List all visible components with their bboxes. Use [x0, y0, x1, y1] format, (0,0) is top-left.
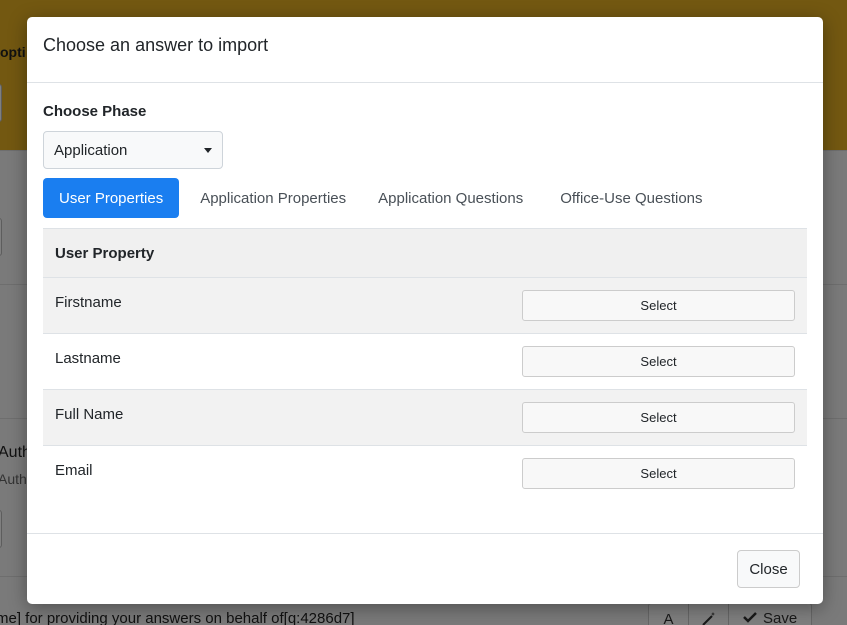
- tab-application-properties[interactable]: Application Properties: [184, 178, 362, 218]
- property-name: Lastname: [55, 350, 121, 367]
- select-button[interactable]: Select: [522, 402, 795, 433]
- property-tabs: User Properties Application Properties A…: [43, 178, 719, 218]
- select-button[interactable]: Select: [522, 346, 795, 377]
- select-button[interactable]: Select: [522, 290, 795, 321]
- phase-label: Choose Phase: [43, 103, 147, 120]
- modal-footer: Close: [27, 533, 823, 604]
- phase-dropdown[interactable]: Application: [43, 131, 223, 169]
- table-row: Email Select: [43, 446, 807, 502]
- import-answer-modal: Choose an answer to import Choose Phase …: [27, 17, 823, 604]
- close-button[interactable]: Close: [737, 550, 800, 588]
- table-header: User Property: [43, 229, 807, 278]
- user-property-table: User Property Firstname Select Lastname …: [43, 228, 807, 502]
- table-row: Lastname Select: [43, 334, 807, 390]
- property-name: Full Name: [55, 406, 124, 423]
- tab-user-properties[interactable]: User Properties: [43, 178, 180, 218]
- table-body: Firstname Select Lastname Select Full Na…: [43, 278, 807, 502]
- property-name: Email: [55, 462, 93, 479]
- modal-body: Choose Phase Application User Properties…: [27, 83, 823, 533]
- property-name: Firstname: [55, 294, 122, 311]
- modal-header: Choose an answer to import: [27, 17, 823, 83]
- tab-office-use-questions[interactable]: Office-Use Questions: [544, 178, 718, 218]
- caret-down-icon: [204, 147, 212, 153]
- table-row: Firstname Select: [43, 278, 807, 334]
- tab-application-questions[interactable]: Application Questions: [362, 178, 539, 218]
- table-row: Full Name Select: [43, 390, 807, 446]
- phase-dropdown-value: Application: [54, 141, 128, 159]
- select-button[interactable]: Select: [522, 458, 795, 489]
- modal-title: Choose an answer to import: [43, 35, 269, 55]
